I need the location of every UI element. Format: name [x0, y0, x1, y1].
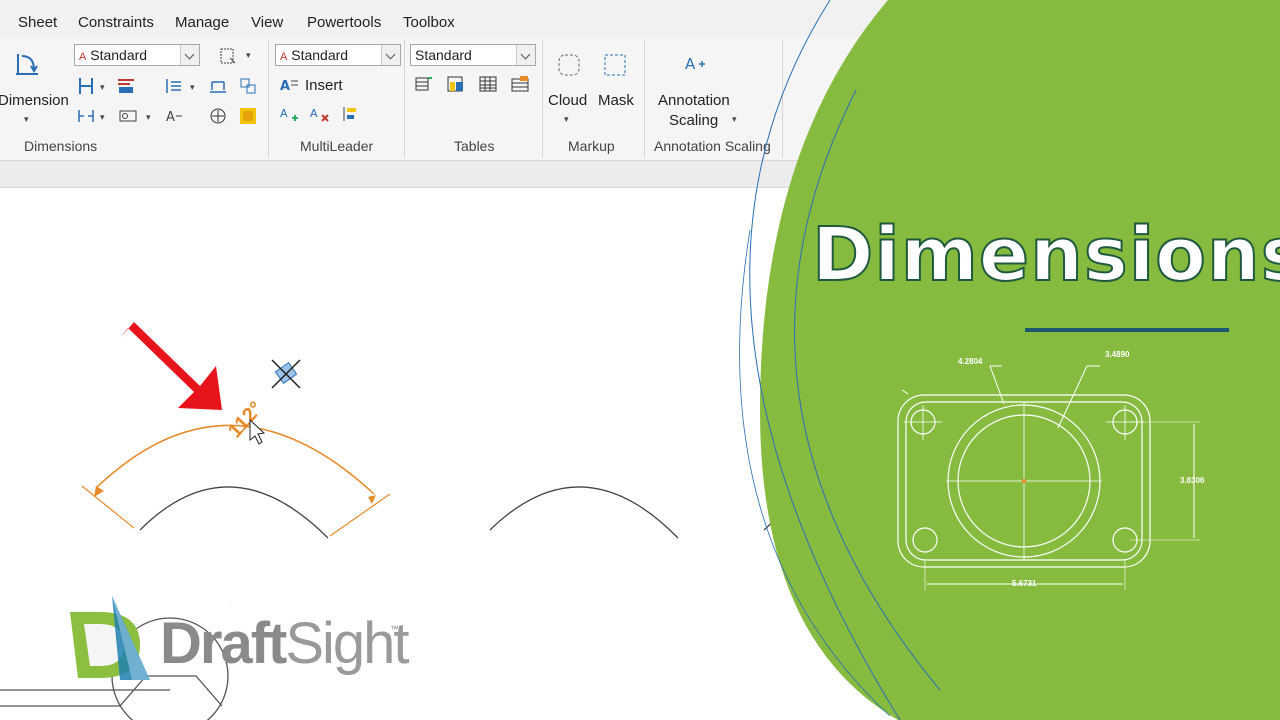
dim-label-top-left: 4.2804	[958, 357, 983, 366]
logo-word-bold: Draft	[160, 611, 287, 676]
draftsight-wordmark: DraftSight	[160, 610, 410, 677]
dim-label-top-right: 3.4890	[1105, 350, 1130, 359]
move-grip-icon[interactable]	[271, 359, 301, 389]
title-underline	[1025, 328, 1229, 332]
logo-trademark: ™	[390, 624, 399, 634]
stray-mark: ·	[230, 600, 232, 606]
part-center-mark	[1022, 479, 1026, 483]
angle-dimension-text: 112°	[224, 398, 267, 443]
angular-dimension[interactable]	[81, 424, 391, 537]
arc-geometry-left[interactable]	[139, 486, 329, 539]
green-panel	[760, 0, 1280, 720]
draftsight-logo-icon	[70, 596, 150, 680]
dim-label-right: 3.8306	[1180, 476, 1205, 485]
dim-label-bottom: 5.6731	[1012, 579, 1037, 588]
panel-title: Dimensions	[811, 211, 1280, 299]
red-arrow-icon	[120, 322, 222, 410]
arc-geometry-right[interactable]	[489, 486, 679, 539]
logo-word-light: Sight	[285, 611, 409, 676]
